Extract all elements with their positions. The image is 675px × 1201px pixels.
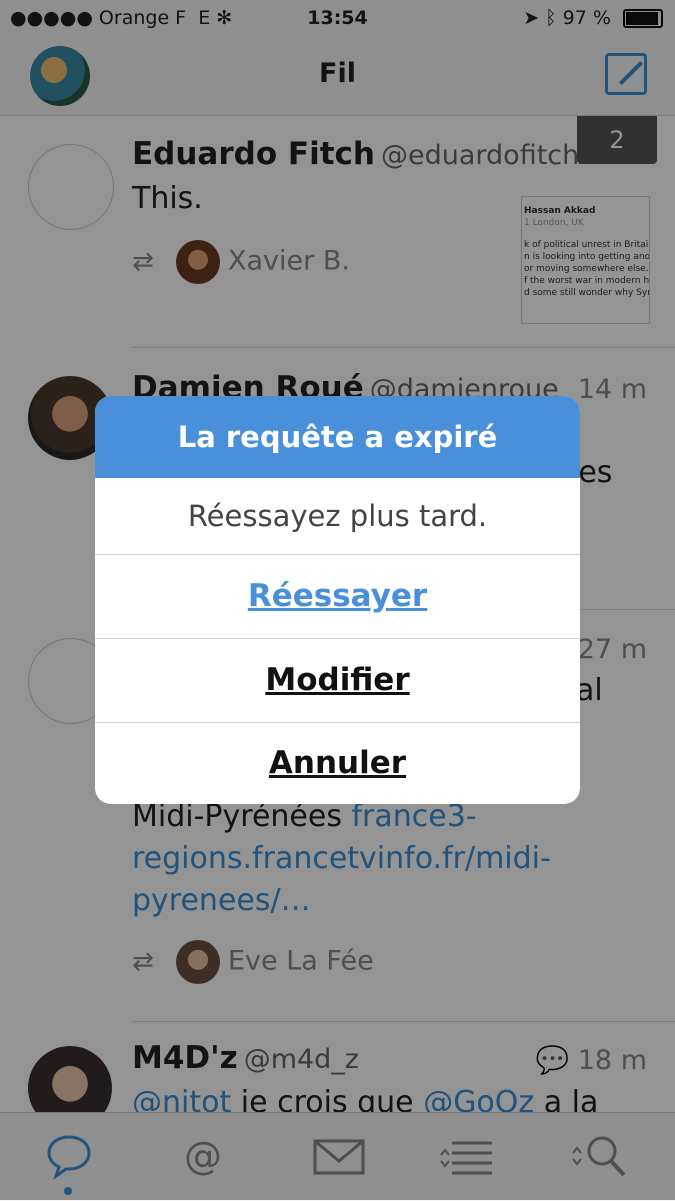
retry-button[interactable]: Réessayer <box>95 555 580 639</box>
alert-title: La requête a expiré <box>95 396 580 478</box>
edit-button[interactable]: Modifier <box>95 639 580 723</box>
cancel-button[interactable]: Annuler <box>95 722 580 804</box>
alert-dialog: La requête a expiré Réessayez plus tard.… <box>95 396 580 804</box>
alert-message: Réessayez plus tard. <box>95 478 580 555</box>
